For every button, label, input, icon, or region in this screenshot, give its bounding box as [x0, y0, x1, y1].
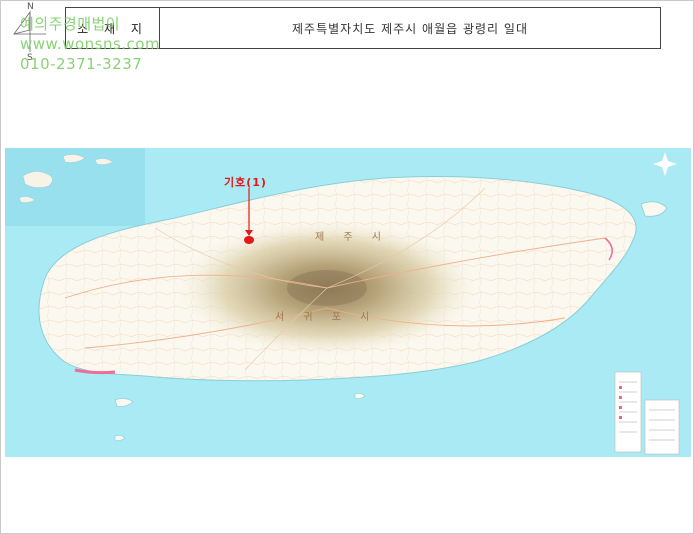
city-label-seogwipo: 서 귀 포 시: [275, 311, 377, 323]
watermark: 예의주경매법이 www.wonsns.com 010-2371-3237: [20, 14, 220, 74]
location-address: 제주특별자치도 제주시 애월읍 광령리 일대: [292, 21, 528, 36]
property-marker: [244, 236, 254, 244]
marker-label: 기호(1): [224, 176, 267, 189]
map-scale-legend: [644, 399, 680, 455]
watermark-url: www.wonsns.com: [20, 35, 161, 53]
watermark-company: 예의주경매법이: [20, 15, 121, 33]
island-map: 제 주 시 서 귀 포 시: [5, 148, 691, 457]
city-label-jeju: 제 주 시: [315, 231, 389, 243]
compass-north-label: N: [27, 2, 34, 12]
watermark-phone: 010-2371-3237: [20, 55, 143, 73]
